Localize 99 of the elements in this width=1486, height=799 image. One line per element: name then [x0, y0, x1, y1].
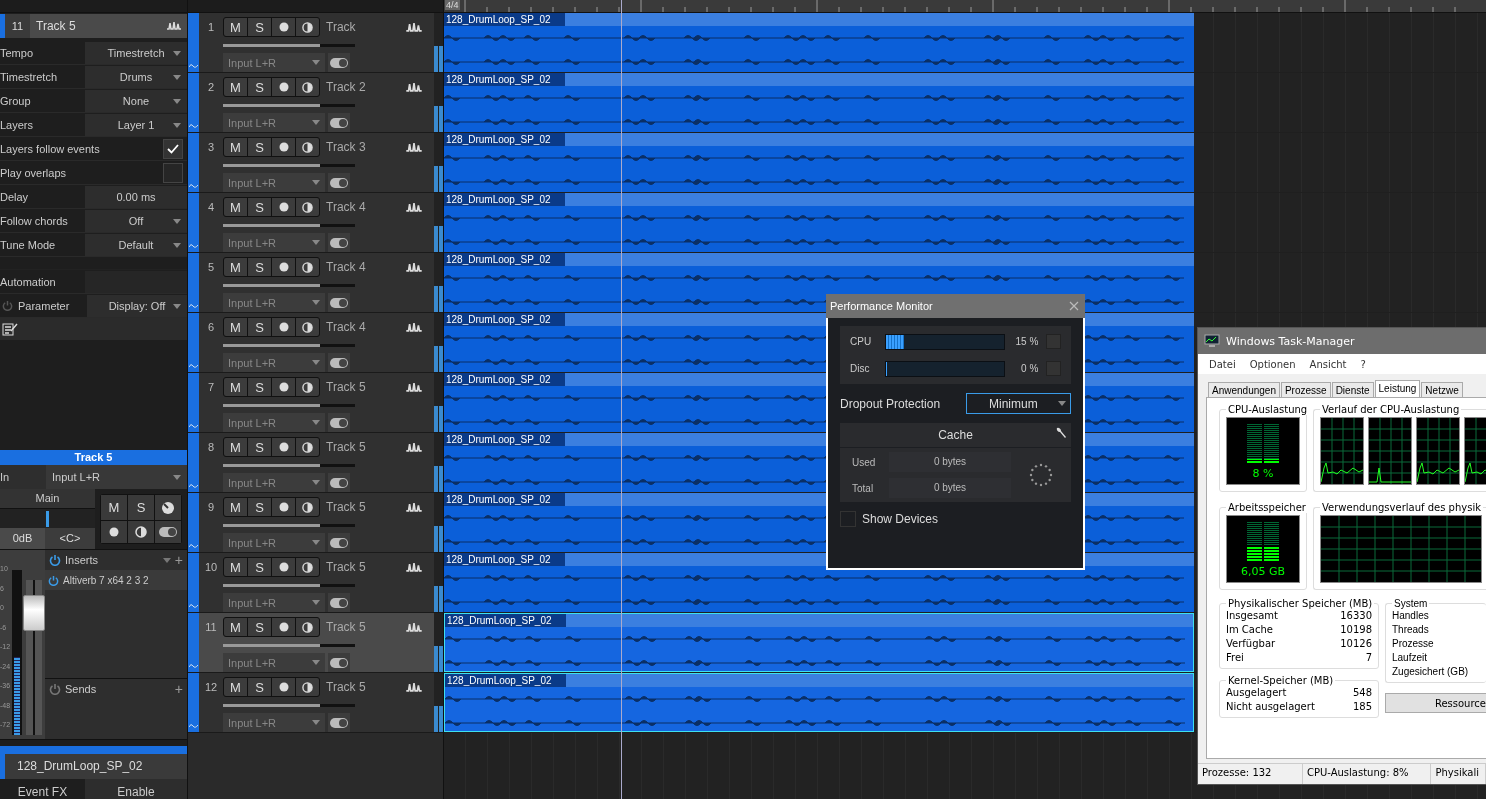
- track-number: 8: [206, 440, 216, 455]
- track-number: 11: [204, 620, 218, 635]
- parameter-label: Parameter: [18, 298, 70, 313]
- track-name: Track 4: [326, 200, 367, 214]
- window-title: Performance Monitor: [830, 300, 933, 312]
- meter-reading: 0 %: [1020, 363, 1039, 374]
- track-name: Track 2: [326, 80, 367, 94]
- property-label: Layers: [0, 117, 35, 132]
- track-name: Track 5: [326, 500, 367, 514]
- sends-label: Sends: [65, 683, 98, 695]
- stat-label: Zugesichert (GB): [1392, 665, 1469, 679]
- memory-gauge: 6,05 GB: [1226, 515, 1300, 583]
- event-title: 128_DrumLoop_SP_02: [444, 493, 565, 506]
- cache-label: Used: [852, 456, 877, 468]
- track-number: 2: [206, 80, 216, 95]
- status-text: Prozesse: 132: [1198, 764, 1303, 784]
- event-title: 128_DrumLoop_SP_02: [444, 553, 565, 566]
- track-name: Track 5: [326, 620, 367, 634]
- cache-value: 0 bytes: [889, 452, 1011, 472]
- cpu-gauge: 8 %: [1226, 417, 1300, 485]
- track-number: 4: [206, 200, 216, 215]
- property-label: Timestretch: [0, 69, 59, 84]
- stat-value: 185: [1352, 700, 1372, 714]
- stat-label: Prozesse: [1392, 637, 1434, 651]
- property-label: Group: [0, 93, 32, 108]
- property-label: Layers follow events: [0, 141, 100, 156]
- stat-value: 548: [1352, 686, 1372, 700]
- event-title: 128_DrumLoop_SP_02: [444, 73, 565, 86]
- status-text: CPU-Auslastung: 8%: [1302, 764, 1432, 784]
- event-title: 128_DrumLoop_SP_02: [444, 433, 565, 446]
- cache-value: 0 bytes: [889, 478, 1011, 498]
- track-number: 10: [203, 560, 219, 575]
- event-title: 128_DrumLoop_SP_02: [444, 373, 565, 386]
- group-title: Verwendungsverlauf des physik: [1321, 503, 1482, 513]
- cache-label: Total: [852, 482, 875, 494]
- meter-reading: 15 %: [1014, 336, 1039, 347]
- group-title: Physikalischer Speicher (MB): [1227, 598, 1374, 609]
- property-label: Tempo: [0, 45, 35, 60]
- group-title: System: [1393, 598, 1429, 609]
- stat-label: Nicht ausgelagert: [1226, 700, 1315, 714]
- property-label: Tune Mode: [0, 237, 57, 252]
- property-label: Delay: [0, 189, 30, 204]
- track-name: Track 4: [326, 260, 367, 274]
- automation-label: Automation: [0, 274, 57, 289]
- status-text: Physikali: [1431, 764, 1486, 784]
- group-title: Arbeitsspeicher: [1227, 502, 1307, 513]
- property-label: Follow chords: [0, 213, 69, 228]
- track-name: Track 5: [326, 560, 367, 574]
- show-devices-label: Show Devices: [862, 512, 939, 526]
- track-number: 12: [203, 680, 219, 695]
- track-name: Track 5: [326, 440, 367, 454]
- dropout-label: Dropout Protection: [840, 396, 941, 411]
- track-number: 3: [206, 140, 216, 155]
- channel-name: Track 5: [0, 450, 187, 465]
- track-number: 11: [5, 14, 30, 38]
- stat-value: 16330: [1340, 609, 1372, 623]
- track-name: Track 3: [326, 140, 367, 154]
- property-label: Play overlaps: [0, 165, 68, 180]
- event-title: 128_DrumLoop_SP_02: [444, 133, 565, 146]
- stat-label: Frei: [1226, 651, 1244, 665]
- stat-label: Laufzeit: [1392, 651, 1428, 665]
- stat-value: 10198: [1340, 623, 1372, 637]
- event-title: 128_DrumLoop_SP_02: [444, 313, 565, 326]
- stat-label: Im Cache: [1226, 623, 1273, 637]
- time-signature: 4/4: [445, 0, 460, 10]
- stat-label: Insgesamt: [1226, 609, 1278, 623]
- stat-value: 7: [1365, 651, 1372, 665]
- event-title: 128_DrumLoop_SP_02: [444, 193, 565, 206]
- event-name: 128_DrumLoop_SP_02: [0, 754, 187, 779]
- stat-label: Ausgelagert: [1226, 686, 1287, 700]
- track-name: Track: [326, 20, 357, 34]
- input-label: In: [0, 471, 11, 483]
- volume-readout: 0dB: [0, 528, 45, 549]
- event-title: 128_DrumLoop_SP_02: [445, 614, 566, 627]
- event-title: 128_DrumLoop_SP_02: [445, 674, 566, 687]
- track-number: 1: [206, 20, 216, 35]
- inserts-label: Inserts: [65, 554, 99, 566]
- event-title: 128_DrumLoop_SP_02: [444, 253, 565, 266]
- meter-label: Disc: [850, 363, 871, 374]
- track-number: 5: [206, 260, 216, 275]
- track-number: 7: [206, 380, 216, 395]
- event-fx-label: Event FX: [16, 784, 69, 799]
- track-name: Track 5: [326, 380, 367, 394]
- group-title: Verlauf der CPU-Auslastung: [1321, 405, 1461, 415]
- track-number: 9: [206, 500, 216, 515]
- meter-label: CPU: [850, 336, 873, 347]
- stat-value: 10126: [1340, 637, 1372, 651]
- group-title: Kernel-Speicher (MB): [1227, 675, 1335, 686]
- group-title: CPU-Auslastung: [1227, 404, 1309, 415]
- event-title: 128_DrumLoop_SP_02: [444, 13, 565, 26]
- window-title: Windows Task-Manager: [1226, 334, 1355, 348]
- stat-label: Handles: [1392, 609, 1429, 623]
- track-name: Track 5: [35, 19, 77, 33]
- stat-label: Threads: [1392, 623, 1429, 637]
- pan-readout: <C>: [45, 528, 95, 549]
- track-name: Track 4: [326, 320, 367, 334]
- stat-label: Verfügbar: [1226, 637, 1276, 651]
- track-number: 6: [206, 320, 216, 335]
- track-name: Track 5: [326, 680, 367, 694]
